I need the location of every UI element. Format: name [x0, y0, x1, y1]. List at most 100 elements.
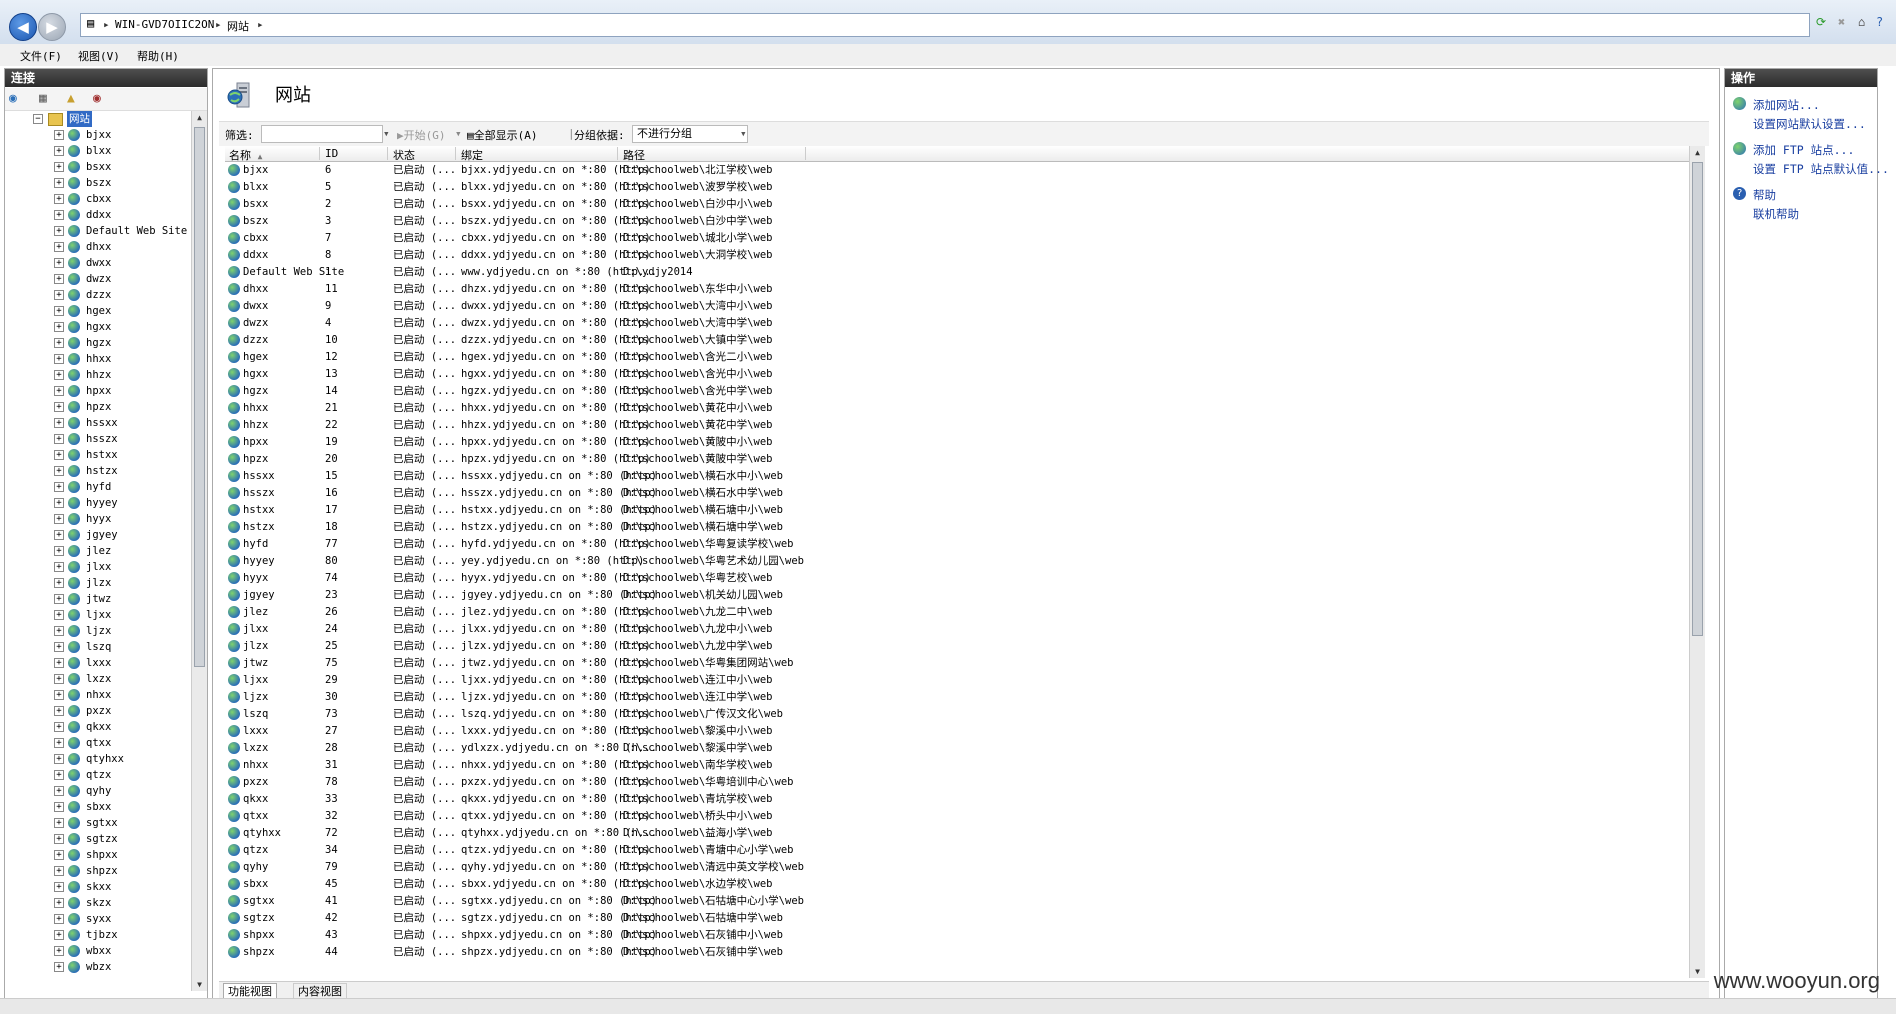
tree-site-item[interactable]: + nhxx — [5, 687, 191, 703]
site-row[interactable]: hyyey 80 已启动 (... yey.ydjyedu.cn on *:80 (h… — [225, 553, 1703, 570]
tree-site-item[interactable]: + dwxx — [5, 255, 191, 271]
help-icon[interactable]: ? — [1876, 15, 1883, 29]
expand-icon[interactable]: + — [54, 306, 64, 316]
tree-site-item[interactable]: + hyyey — [5, 495, 191, 511]
tree-site-item[interactable]: + hstxx — [5, 447, 191, 463]
site-row[interactable]: blxx 5 已启动 (... blxx.ydjyedu.cn on *:80 (ht… — [225, 179, 1703, 196]
tree-site-item[interactable]: + shpxx — [5, 847, 191, 863]
tree-site-item[interactable]: + bjxx — [5, 127, 191, 143]
tree-site-item[interactable]: + dzzx — [5, 287, 191, 303]
expand-icon[interactable]: + — [54, 322, 64, 332]
column-status[interactable]: 状态 — [393, 147, 456, 162]
tree-site-item[interactable]: + jlzx — [5, 575, 191, 591]
expand-icon[interactable]: + — [54, 882, 64, 892]
expand-icon[interactable]: + — [54, 722, 64, 732]
tree-site-item[interactable]: + dhxx — [5, 239, 191, 255]
site-row[interactable]: jlez 26 已启动 (... jlez.ydjyedu.cn on *:80 (h… — [225, 604, 1703, 621]
tree-site-item[interactable]: + qtzx — [5, 767, 191, 783]
expand-icon[interactable]: + — [54, 354, 64, 364]
disconnect-icon[interactable]: ◉ — [93, 91, 101, 106]
expand-icon[interactable]: + — [54, 210, 64, 220]
tree-root-label[interactable]: 网站 — [67, 111, 92, 127]
breadcrumb-server[interactable]: WIN-GVD7OIIC2ON — [115, 18, 214, 31]
tree-site-item[interactable]: + dwzx — [5, 271, 191, 287]
expand-icon[interactable]: + — [54, 866, 64, 876]
tree-site-item[interactable]: + blxx — [5, 143, 191, 159]
add-ftp-site-link[interactable]: 添加 FTP 站点... — [1753, 142, 1854, 158]
site-row[interactable]: qtyhxx 72 已启动 (... qtyhxx.ydjyedu.cn on *:8… — [225, 825, 1703, 842]
tree-site-item[interactable]: + jtwz — [5, 591, 191, 607]
expand-icon[interactable]: + — [54, 850, 64, 860]
site-row[interactable]: hhxx 21 已启动 (... hhxx.ydjyedu.cn on *:80 (h… — [225, 400, 1703, 417]
site-row[interactable]: Default Web Site 1 已启动 (... www.ydjyedu.cn … — [225, 264, 1703, 281]
tree-site-item[interactable]: + ljxx — [5, 607, 191, 623]
expand-icon[interactable]: + — [54, 818, 64, 828]
site-row[interactable]: jlzx 25 已启动 (... jlzx.ydjyedu.cn on *:80 (h… — [225, 638, 1703, 655]
group-dropdown-icon[interactable]: ▾ — [740, 127, 747, 140]
up-folder-icon[interactable]: ▲ — [67, 91, 75, 106]
collapse-icon[interactable]: − — [33, 114, 43, 124]
tree-site-item[interactable]: + tjbzx — [5, 927, 191, 943]
expand-icon[interactable]: + — [54, 626, 64, 636]
expand-icon[interactable]: + — [54, 946, 64, 956]
site-row[interactable]: hyyx 74 已启动 (... hyyx.ydjyedu.cn on *:80 (h… — [225, 570, 1703, 587]
expand-icon[interactable]: + — [54, 754, 64, 764]
site-row[interactable]: jgyey 23 已启动 (... jgyey.ydjyedu.cn on *:80 … — [225, 587, 1703, 604]
column-path[interactable]: 路径 — [623, 147, 806, 162]
site-row[interactable]: hsszx 16 已启动 (... hsszx.ydjyedu.cn on *:80 … — [225, 485, 1703, 502]
expand-icon[interactable]: + — [54, 450, 64, 460]
site-row[interactable]: qtxx 32 已启动 (... qtxx.ydjyedu.cn on *:80 (h… — [225, 808, 1703, 825]
tree-site-item[interactable]: + bszx — [5, 175, 191, 191]
tree-site-item[interactable]: + wbzx — [5, 959, 191, 975]
site-row[interactable]: ljzx 30 已启动 (... ljzx.ydjyedu.cn on *:80 (h… — [225, 689, 1703, 706]
expand-icon[interactable]: + — [54, 898, 64, 908]
site-row[interactable]: dhxx 11 已启动 (... dhzx.ydjyedu.cn on *:80 (h… — [225, 281, 1703, 298]
site-row[interactable]: hstxx 17 已启动 (... hstxx.ydjyedu.cn on *:80 … — [225, 502, 1703, 519]
tree-site-item[interactable]: + ljzx — [5, 623, 191, 639]
add-website-link[interactable]: 添加网站... — [1753, 97, 1820, 113]
expand-icon[interactable]: + — [54, 770, 64, 780]
expand-icon[interactable]: + — [54, 242, 64, 252]
tree-scroll-thumb[interactable] — [194, 127, 205, 667]
tree-site-item[interactable]: + jlxx — [5, 559, 191, 575]
scroll-down-icon[interactable]: ▼ — [192, 980, 207, 989]
scroll-up-icon[interactable]: ▲ — [1690, 148, 1705, 157]
tree-site-item[interactable]: + bsxx — [5, 159, 191, 175]
expand-icon[interactable]: + — [54, 706, 64, 716]
expand-icon[interactable]: + — [54, 786, 64, 796]
site-row[interactable]: hhzx 22 已启动 (... hhzx.ydjyedu.cn on *:80 (h… — [225, 417, 1703, 434]
tree-site-item[interactable]: + qyhy — [5, 783, 191, 799]
menu-file[interactable]: 文件(F) — [20, 48, 62, 64]
set-site-defaults-link[interactable]: 设置网站默认设置... — [1753, 116, 1866, 132]
filter-input[interactable] — [261, 125, 383, 143]
column-name[interactable]: 名称 ▲ — [229, 147, 320, 162]
expand-icon[interactable]: + — [54, 162, 64, 172]
tree-scrollbar[interactable]: ▲ ▼ — [191, 111, 207, 991]
expand-icon[interactable]: + — [54, 546, 64, 556]
forward-button[interactable]: ▶ — [38, 13, 66, 41]
expand-icon[interactable]: + — [54, 402, 64, 412]
tree-site-item[interactable]: + lxzx — [5, 671, 191, 687]
expand-icon[interactable]: + — [54, 610, 64, 620]
expand-icon[interactable]: + — [54, 146, 64, 156]
site-row[interactable]: jlxx 24 已启动 (... jlxx.ydjyedu.cn on *:80 (h… — [225, 621, 1703, 638]
site-row[interactable]: dzzx 10 已启动 (... dzzx.ydjyedu.cn on *:80 (h… — [225, 332, 1703, 349]
column-binding[interactable]: 绑定 — [461, 147, 618, 162]
expand-icon[interactable]: + — [54, 642, 64, 652]
filter-dropdown-icon[interactable]: ▾ — [383, 127, 390, 140]
grid-scrollbar[interactable]: ▲ ▼ — [1689, 146, 1705, 978]
tree-site-item[interactable]: + skxx — [5, 879, 191, 895]
tree-site-item[interactable]: + Default Web Site — [5, 223, 191, 239]
site-row[interactable]: bszx 3 已启动 (... bszx.ydjyedu.cn on *:80 (ht… — [225, 213, 1703, 230]
stop-icon[interactable]: ✖ — [1838, 15, 1845, 29]
expand-icon[interactable]: + — [54, 370, 64, 380]
expand-icon[interactable]: + — [54, 194, 64, 204]
expand-icon[interactable]: + — [54, 514, 64, 524]
tree-site-item[interactable]: + sgtxx — [5, 815, 191, 831]
tree-site-item[interactable]: + qtyhxx — [5, 751, 191, 767]
tree-site-item[interactable]: + hssxx — [5, 415, 191, 431]
tree-site-item[interactable]: + wbxx — [5, 943, 191, 959]
refresh-icon[interactable]: ⟳ — [1816, 15, 1826, 29]
expand-icon[interactable]: + — [54, 258, 64, 268]
expand-icon[interactable]: + — [54, 834, 64, 844]
